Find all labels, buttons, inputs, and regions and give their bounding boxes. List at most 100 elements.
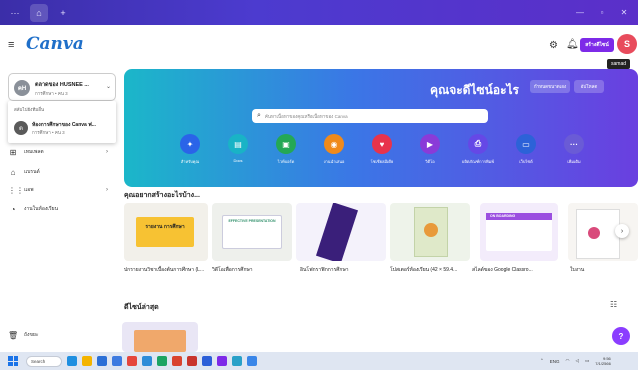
category-print[interactable]: ⎙ ผลิตภัณฑ์การพิมพ์ — [458, 134, 498, 165]
file-explorer-icon[interactable] — [82, 356, 92, 366]
notification-bell-icon[interactable]: 🔔︎ — [566, 39, 579, 50]
category-docs[interactable]: ▤ Docs — [218, 134, 258, 163]
sidebar-item-brand[interactable]: ⌂ แบรนด์ — [8, 164, 116, 180]
app-header: ≡ Canva ⚙ 🔔︎ สร้างดีไซน์ S samad — [0, 25, 638, 69]
recent-thumb-shape — [134, 330, 186, 352]
battery-icon[interactable]: ▭ — [585, 358, 589, 364]
account-switcher[interactable]: คH ตลาดของ HUSNEE ... การศึกษา • คน 3 ⌄ — [8, 73, 116, 101]
recent-section-title: ดีไซน์ล่าสุด — [124, 304, 159, 311]
store-icon[interactable] — [97, 356, 107, 366]
apps-icon: ⋮⋮ — [8, 185, 24, 195]
sidebar-item-classwork[interactable]: ◔ งานในห้องเรียน — [8, 201, 116, 217]
acrobat-icon[interactable] — [187, 356, 197, 366]
category-label: วิดีโอ — [425, 159, 435, 164]
windows-taskbar: Search ⌃ ENG ◠ ◁ ▭ 9:56 7/1/2566 — [0, 352, 638, 370]
template-card[interactable] — [390, 203, 470, 261]
canva-logo[interactable]: Canva — [26, 34, 84, 54]
search-placeholder: ค้นหาเนื้อหาของคุณหรือเนื้อหาของ Canva — [264, 113, 348, 119]
grid-view-icon[interactable]: ☷ — [610, 300, 617, 309]
category-more[interactable]: ··· เพิ่มเติม — [554, 134, 594, 165]
clock[interactable]: 9:56 7/1/2566 — [595, 356, 611, 366]
canva-app-icon[interactable] — [217, 356, 227, 366]
settings-gear-icon[interactable]: ⚙ — [549, 40, 558, 51]
classwork-icon: ◔ — [10, 204, 16, 214]
search-input[interactable]: ⌕ ค้นหาเนื้อหาของคุณหรือเนื้อหาของ Canva — [252, 109, 488, 123]
home-tab-icon[interactable]: ⌂ — [30, 3, 48, 22]
volume-icon[interactable]: ◁ — [575, 358, 578, 364]
powerpoint-icon[interactable] — [172, 356, 182, 366]
wifi-icon[interactable]: ◠ — [566, 358, 570, 364]
category-label: งานนำเสนอ — [323, 159, 345, 164]
sidebar-item-label: งานในห้องเรียน — [24, 206, 59, 212]
hero-banner: คุณจะดีไซน์อะไร กำหนดขนาดเอง อัปโหลด ⌕ ค… — [124, 69, 638, 187]
settings-app-icon[interactable] — [247, 356, 257, 366]
canva-window: ··· ⌂ + — ▫ ✕ ≡ Canva ⚙ 🔔︎ สร้างดีไซน์ S… — [0, 0, 638, 370]
template-card[interactable]: ON BOARDING — [480, 203, 558, 261]
category-whiteboard[interactable]: ▣ ไวท์บอร์ด — [266, 134, 306, 165]
chevron-down-icon: ⌄ — [106, 84, 112, 90]
user-avatar[interactable]: S — [617, 34, 637, 54]
category-presentation[interactable]: ◉ งานนำเสนอ — [314, 134, 354, 165]
template-carousel: รายงาน การศึกษา ปกรายงานวิชาเบื้องต้นการ… — [124, 203, 638, 283]
windows-start-icon[interactable] — [8, 356, 18, 366]
docs-icon: ▤ — [228, 134, 248, 154]
template-card[interactable] — [296, 203, 386, 261]
minimize-icon[interactable]: — — [570, 4, 590, 20]
sidebar-item-label: แอพ — [24, 187, 34, 193]
website-icon: ▭ — [516, 134, 536, 154]
excel-icon[interactable] — [157, 356, 167, 366]
clock-date: 7/1/2566 — [595, 361, 611, 366]
team-name[interactable]: ห้องการศึกษาของ Canva ฟ... — [32, 121, 96, 129]
account-avatar: คH — [14, 80, 30, 96]
close-icon[interactable]: ✕ — [614, 4, 634, 20]
edge-icon[interactable] — [67, 356, 77, 366]
search-icon: ⌕ — [257, 112, 261, 119]
hero-title: คุณจะดีไซน์อะไร — [430, 83, 519, 97]
teams-icon[interactable] — [232, 356, 242, 366]
template-thumb-accent — [424, 223, 438, 237]
category-label: สำหรับคุณ — [180, 159, 200, 164]
photos-icon[interactable] — [142, 356, 152, 366]
template-card[interactable]: EFFECTIVE PRESENTATION — [212, 203, 292, 261]
maximize-icon[interactable]: ▫ — [592, 4, 612, 20]
mail-icon[interactable] — [112, 356, 122, 366]
sidebar-item-label: เทมเพลต — [24, 149, 44, 155]
sparkle-icon: ✦ — [180, 134, 200, 154]
word-icon[interactable] — [202, 356, 212, 366]
chrome-icon[interactable] — [127, 356, 137, 366]
template-label: ใบงาน — [570, 267, 585, 273]
sidebar-item-apps[interactable]: ⋮⋮ แอพ › — [8, 182, 116, 198]
custom-size-button[interactable]: กำหนดขนาดเอง — [530, 80, 570, 93]
template-thumb-accent — [588, 227, 600, 239]
category-label: ผลิตภัณฑ์การพิมพ์ — [462, 159, 494, 164]
account-name: ตลาดของ HUSNEE ... — [35, 82, 89, 88]
language-indicator[interactable]: ENG — [550, 359, 560, 364]
category-label: เพิ่มเติม — [567, 159, 581, 164]
sidebar: คH ตลาดของ HUSNEE ... การศึกษา • คน 3 ⌄ … — [0, 69, 118, 352]
sidebar-item-templates[interactable]: ⊞ เทมเพลต › — [8, 144, 116, 160]
upload-button[interactable]: อัปโหลด — [574, 80, 604, 93]
templates-section-title: คุณอยากสร้างอะไรบ้าง... — [124, 192, 200, 199]
new-tab-icon[interactable]: + — [54, 4, 72, 22]
recent-design-card[interactable] — [122, 322, 198, 352]
help-button[interactable]: ? — [612, 327, 630, 345]
taskbar-search[interactable]: Search — [26, 355, 62, 367]
carousel-next-icon[interactable]: › — [615, 224, 629, 238]
sidebar-item-trash[interactable]: 🗑︎ ถังขยะ — [8, 327, 116, 343]
sidebar-item-label: ถังขยะ — [24, 332, 39, 338]
category-social-media[interactable]: ♥ โซเชียลมีเดีย — [362, 134, 402, 165]
more-icon: ··· — [564, 134, 584, 154]
whiteboard-icon: ▣ — [276, 134, 296, 154]
menu-dots-icon[interactable]: ··· — [6, 4, 24, 22]
system-tray: ⌃ ENG ◠ ◁ ▭ 9:56 7/1/2566 — [540, 352, 611, 370]
tray-chevron-icon[interactable]: ⌃ — [540, 358, 544, 364]
sidebar-item-label: แบรนด์ — [24, 169, 40, 175]
category-label: Docs — [233, 158, 243, 163]
category-video[interactable]: ▶ วิดีโอ — [410, 134, 450, 165]
template-card[interactable]: รายงาน การศึกษา — [124, 203, 208, 261]
category-website[interactable]: ▭ เว็บไซต์ — [506, 134, 546, 165]
hamburger-menu-icon[interactable]: ≡ — [8, 39, 14, 51]
create-design-button[interactable]: สร้างดีไซน์ — [580, 38, 614, 52]
template-icon: ⊞ — [9, 147, 17, 157]
category-for-you[interactable]: ✦ สำหรับคุณ — [170, 134, 210, 165]
